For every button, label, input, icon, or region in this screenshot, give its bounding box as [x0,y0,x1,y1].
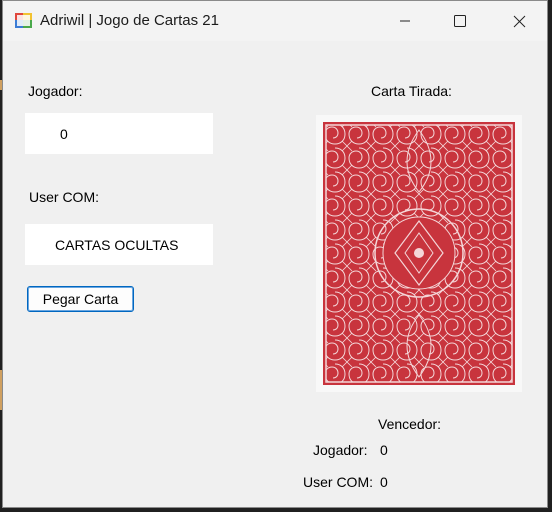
com-total-value: CARTAS OCULTAS [55,236,179,253]
com-score-label: User COM: [303,474,373,490]
player-score-label: Jogador: [313,442,368,458]
player-total-value: 0 [60,125,68,142]
maximize-button[interactable] [437,1,483,41]
minimize-button[interactable] [382,1,428,41]
draw-card-button[interactable]: Pegar Carta [27,286,134,312]
player-score-value: 0 [380,442,388,458]
game-window: Adriwil | Jogo de Cartas 21 Jogador: 0 U… [2,0,548,508]
com-label: User COM: [29,189,99,205]
winner-label: Vencedor: [378,416,442,432]
close-icon [513,15,525,27]
app-icon [15,13,32,28]
player-label: Jogador: [28,83,83,99]
com-total-field: CARTAS OCULTAS [25,224,213,265]
com-score-value: 0 [380,474,388,490]
window-title: Adriwil | Jogo de Cartas 21 [40,12,219,29]
drawn-card-frame [316,115,522,392]
drawn-card-label: Carta Tirada: [371,83,452,99]
player-total-field: 0 [25,113,213,154]
minimize-icon [400,20,410,22]
card-back-image [323,122,515,385]
close-button[interactable] [496,1,542,41]
maximize-icon [454,15,466,27]
title-bar[interactable]: Adriwil | Jogo de Cartas 21 [3,1,547,41]
